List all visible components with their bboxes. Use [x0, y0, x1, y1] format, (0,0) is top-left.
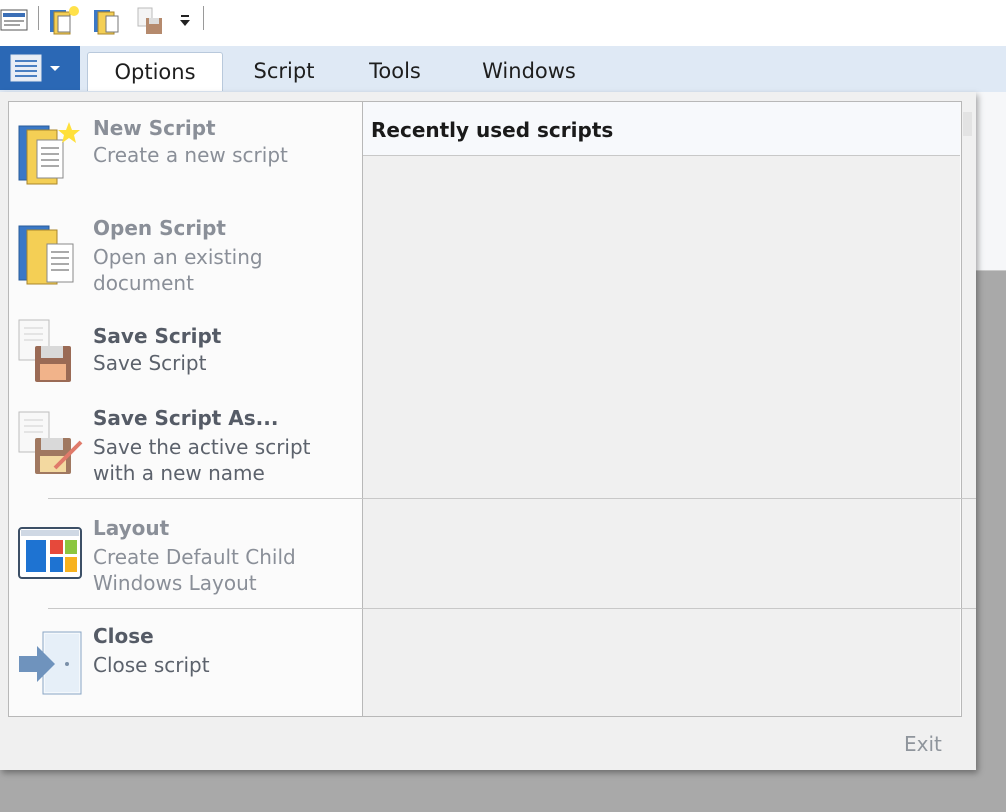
tab-script[interactable]: Script: [236, 52, 332, 90]
open-script-icon[interactable]: [92, 4, 122, 35]
ribbon-body: [976, 92, 1006, 271]
menu-item-description: Open an existing document: [93, 245, 263, 295]
menu-group-divider: [48, 608, 976, 609]
customize-arrow-icon[interactable]: [176, 4, 194, 34]
menu-item-new-script[interactable]: New Script Create a new script: [9, 104, 362, 204]
menu-item-layout[interactable]: Layout Create Default Child Windows Layo…: [9, 500, 362, 606]
menu-item-open-script[interactable]: Open Script Open an existing document: [9, 206, 362, 302]
recent-scripts-title: Recently used scripts: [371, 118, 614, 142]
menu-item-title: Layout: [93, 516, 170, 540]
tab-options[interactable]: Options: [87, 52, 223, 91]
close-script-icon: [17, 630, 83, 702]
menu-item-title: Save Script: [93, 324, 222, 348]
new-script-icon: [17, 118, 81, 192]
new-script-icon[interactable]: [48, 4, 79, 35]
scrollbar[interactable]: [963, 112, 972, 136]
menu-item-save-script-as[interactable]: Save Script As... Save the active script…: [9, 394, 362, 496]
menu-group-divider: [48, 498, 976, 499]
menu-column-divider: [362, 102, 363, 716]
chevron-down-icon: [50, 66, 60, 71]
menu-item-description: Create a new script: [93, 143, 288, 167]
toolbar-separator: [38, 6, 39, 30]
menu-item-description: Save Script: [93, 351, 207, 375]
quick-access-toolbar: [0, 0, 1006, 46]
save-as-icon: [17, 410, 87, 480]
menu-item-title: Open Script: [93, 216, 226, 240]
menu-item-description: Save the active script with a new name: [93, 435, 311, 485]
save-script-icon[interactable]: [134, 4, 164, 34]
layout-icon: [17, 526, 83, 586]
exit-button[interactable]: Exit: [904, 732, 942, 756]
menu-item-title: Close: [93, 624, 154, 648]
menu-item-description: Close script: [93, 653, 210, 677]
open-script-icon: [17, 218, 81, 292]
properties-icon[interactable]: [0, 4, 30, 34]
menu-item-title: Save Script As...: [93, 406, 279, 430]
menu-item-description: Create Default Child Windows Layout: [93, 545, 296, 595]
menu-item-save-script[interactable]: Save Script Save Script: [9, 310, 362, 390]
save-script-icon: [17, 318, 81, 388]
toolbar-separator: [203, 6, 204, 30]
tab-tools[interactable]: Tools: [350, 52, 440, 90]
menu-item-title: New Script: [93, 116, 216, 140]
application-menu-button[interactable]: [0, 46, 80, 90]
tab-windows[interactable]: Windows: [462, 52, 596, 90]
recent-scripts-panel: [363, 102, 960, 716]
menu-item-close[interactable]: Close Close script: [9, 612, 362, 712]
